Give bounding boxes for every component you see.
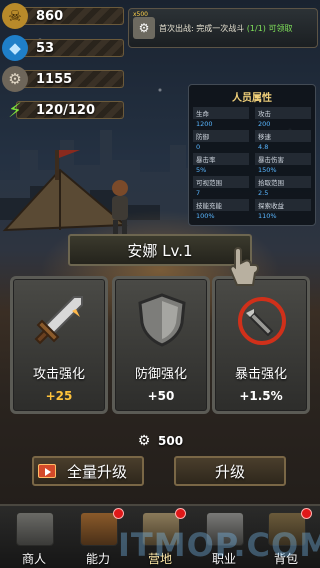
scrap-metal-icon: ⚙ (137, 433, 151, 449)
quest-description: 首次出战: 完成一次战斗 (159, 23, 245, 33)
quest-progress: (1/1) (246, 23, 266, 33)
upgrade-card-attack[interactable]: 攻击强化 +25 (10, 276, 108, 414)
tutorial-hand-icon (229, 247, 259, 286)
upgrade-card-crit[interactable]: 暴击强化 +1.5% (212, 247, 310, 414)
upgrade-card-defense[interactable]: 防御强化 +50 (112, 276, 210, 414)
resource-gems-value: 53 (36, 40, 55, 56)
upgrade-cost: ⚙ 500 (134, 431, 183, 451)
attr-skill-charge: 技能充能 100% (193, 199, 249, 220)
nav-label: 营地 (147, 552, 172, 566)
upgrade-all-label: 全量升级 (66, 462, 127, 481)
attributes-panel: 人员属性 生命 1200 攻击 200 防御 0 移速 4.8 暴击率 5% 暴击伤害 15… (188, 84, 316, 226)
gear-crate-icon (80, 512, 118, 546)
notification-dot (113, 508, 124, 519)
resource-gems: ◆ 53 (2, 35, 124, 61)
attr-name: 探索收益 (255, 199, 311, 211)
attr-value: 150% (258, 166, 277, 174)
attr-defense: 防御 0 (193, 130, 249, 151)
nav-label: 商人 (21, 552, 46, 566)
resource-gold: ☠ 860 (2, 3, 124, 29)
upgrade-label: 攻击强化 (32, 367, 85, 382)
attr-value: 110% (258, 212, 277, 220)
resource-bar (16, 39, 124, 57)
attr-name: 暴击伤害 (255, 153, 311, 165)
notification-dot (301, 508, 312, 519)
nav-class[interactable]: 职业 (196, 510, 252, 568)
energy-bolt-icon: ⚡ (7, 98, 23, 122)
shield-icon (134, 291, 190, 347)
attr-crit-rate: 暴击率 5% (193, 153, 249, 174)
upgrade-all-button[interactable]: 全量升级 (32, 456, 144, 486)
upgrade-cost-value: 500 (158, 434, 184, 448)
attr-value: 200 (258, 120, 271, 128)
quest-claim-link[interactable]: 可领取 (268, 24, 292, 33)
upgrade-bonus: +1.5% (239, 389, 283, 403)
bottom-nav: 商人 能力 营地 职业 背包 (0, 504, 320, 568)
character-figure (112, 180, 128, 236)
merchant-stall-icon (16, 512, 54, 546)
resource-scrap-value: 1155 (36, 71, 73, 87)
upgrade-label: 暴击强化 (234, 367, 287, 382)
attr-name: 可视范围 (193, 176, 249, 188)
resource-bar (16, 7, 124, 25)
attr-value: 0 (196, 143, 201, 151)
bullet-target-icon (234, 291, 290, 347)
attr-hp: 生命 1200 (193, 107, 249, 128)
attr-value: 100% (196, 212, 215, 220)
attr-name: 防御 (193, 130, 249, 142)
tent-icon (142, 512, 180, 546)
attributes-title: 人员属性 (232, 93, 272, 104)
resource-gold-value: 860 (36, 8, 64, 24)
nav-label: 背包 (273, 552, 298, 566)
attr-value: 5% (196, 166, 207, 174)
upgrade-bonus: +25 (45, 389, 73, 403)
nav-merchant[interactable]: 商人 (6, 510, 62, 568)
nav-label: 能力 (85, 552, 110, 566)
quest-reward-icon: ⚙ (133, 17, 155, 39)
attr-value: 7 (196, 189, 201, 197)
notification-dot (175, 508, 186, 519)
attr-name: 攻击 (255, 107, 311, 119)
attr-vision: 可视范围 7 (193, 176, 249, 197)
attr-value: 1200 (196, 120, 213, 128)
sword-icon (32, 291, 88, 347)
resource-scrap: ⚙ 1155 (2, 66, 124, 92)
attr-name: 暴击率 (193, 153, 249, 165)
attr-crit-damage: 暴击伤害 150% (255, 153, 311, 174)
attr-name: 技能充能 (193, 199, 249, 211)
scrap-metal-icon: ⚙ (2, 66, 28, 92)
nav-backpack[interactable]: 背包 (258, 508, 314, 568)
skull-gold-icon: ☠ (2, 3, 28, 29)
attr-name: 拾取范围 (255, 176, 311, 188)
armor-vest-icon (206, 512, 244, 546)
video-ad-icon (38, 464, 56, 478)
resource-energy-value: 120/120 (36, 102, 96, 118)
backpack-icon (268, 512, 306, 546)
upgrade-bonus: +50 (147, 389, 175, 403)
nav-camp[interactable]: 营地 (132, 508, 188, 568)
attr-name: 生命 (193, 107, 249, 119)
attr-attack: 攻击 200 (255, 107, 311, 128)
nav-ability[interactable]: 能力 (70, 508, 126, 568)
attributes-grid: 生命 1200 攻击 200 防御 0 移速 4.8 暴击率 5% 暴击伤害 150% 可视… (189, 107, 315, 220)
attr-explore-yield: 探索收益 110% (255, 199, 311, 220)
upgrade-button[interactable]: 升级 (174, 456, 286, 486)
attr-speed: 移速 4.8 (255, 130, 311, 151)
attr-name: 移速 (255, 130, 311, 142)
attr-value: 2.5 (258, 189, 269, 197)
quest-text: 首次出战: 完成一次战斗 (1/1) 可领取 (159, 23, 292, 34)
resource-energy: ⚡ 120/120 (2, 97, 124, 123)
upgrade-label: 防御强化 (134, 367, 187, 382)
blue-gem-icon: ◆ (2, 35, 28, 61)
attr-value: 4.8 (258, 143, 269, 151)
attr-pickup: 拾取范围 2.5 (255, 176, 311, 197)
upgrade-label: 升级 (214, 462, 245, 481)
quest-banner[interactable]: x500 ⚙ 首次出战: 完成一次战斗 (1/1) 可领取 (128, 8, 318, 48)
nav-label: 职业 (211, 552, 236, 566)
